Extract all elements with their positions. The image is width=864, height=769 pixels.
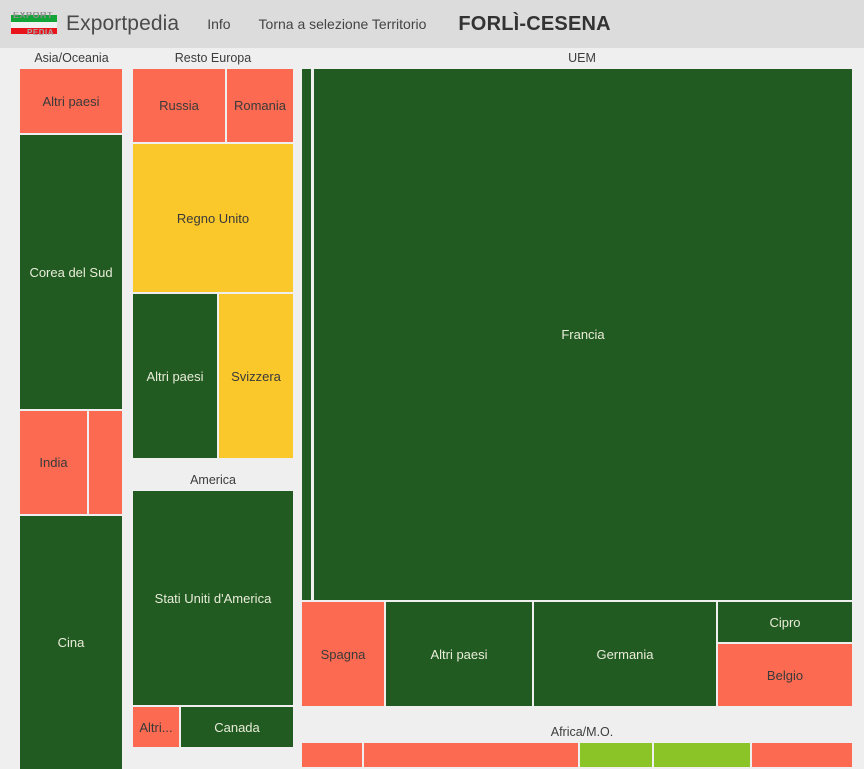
treemap-tile-label: Corea del Sud bbox=[29, 264, 113, 280]
treemap-tile-russia[interactable]: Russia bbox=[133, 69, 225, 142]
treemap-group-uem: UEM Francia Spagna Altri paesi Germania Cipro… bbox=[300, 48, 864, 722]
treemap-group-label: Asia/Oceania bbox=[34, 51, 109, 65]
treemap-tile-altri-paesi[interactable]: Altri paesi bbox=[20, 69, 122, 133]
treemap-tile-corea-del-sud[interactable]: Corea del Sud bbox=[20, 135, 122, 409]
treemap-group-america: America Stati Uniti d'America Altri... Cana… bbox=[128, 470, 298, 769]
treemap-tile-label: Altri... bbox=[139, 719, 173, 735]
treemap-tile-label: Altri paesi bbox=[146, 368, 204, 384]
brand-name[interactable]: Exportpedia bbox=[66, 12, 179, 36]
app-header: EXPORT PEDIA Exportpedia Info Torna a se… bbox=[0, 0, 864, 48]
treemap-tile-francia[interactable]: Francia bbox=[314, 69, 852, 600]
treemap-chart: Asia/Oceania Altri paesi Corea del Sud Indi… bbox=[0, 48, 864, 769]
treemap-tile-label: Russia bbox=[159, 98, 199, 113]
treemap-tile-label: Spagna bbox=[320, 646, 366, 662]
treemap-tile-cipro[interactable]: Cipro bbox=[718, 602, 852, 642]
exportpedia-logo-icon[interactable]: EXPORT PEDIA bbox=[11, 12, 57, 36]
treemap-tile-spagna[interactable]: Spagna bbox=[302, 602, 384, 706]
treemap-tile-label: Altri paesi bbox=[430, 646, 488, 662]
treemap-tile-regno-unito[interactable]: Regno Unito bbox=[133, 144, 293, 292]
treemap-tile-unlabeled[interactable] bbox=[302, 69, 311, 600]
treemap-tile-label: Romania bbox=[233, 98, 287, 113]
treemap-tile-canada[interactable]: Canada bbox=[181, 707, 293, 747]
treemap-tile-label: Germania bbox=[596, 646, 654, 662]
treemap-tile-altri[interactable]: Altri... bbox=[133, 707, 179, 747]
treemap-group-resto-europa: Resto Europa Russia Romania Regno Unito Altr… bbox=[128, 48, 298, 468]
nav-back-to-territory-link[interactable]: Torna a selezione Territorio bbox=[259, 16, 427, 32]
treemap-tile-altri-paesi[interactable]: Altri paesi bbox=[386, 602, 532, 706]
treemap-tile-label: Cina bbox=[57, 635, 85, 650]
treemap-tile-belgio[interactable]: Belgio bbox=[718, 644, 852, 706]
treemap-tile-altri-paesi[interactable]: Altri paesi bbox=[133, 294, 217, 458]
treemap-tile-label: Francia bbox=[561, 327, 605, 342]
treemap-tile-india[interactable]: India bbox=[20, 411, 87, 514]
treemap-tile-label: Stati Uniti d'America bbox=[154, 590, 272, 606]
treemap-group-label: America bbox=[190, 473, 236, 487]
treemap-tile-unlabeled[interactable] bbox=[654, 743, 750, 767]
nav-info-link[interactable]: Info bbox=[207, 16, 230, 32]
treemap-group-africa-m-o: Africa/M.O. bbox=[300, 722, 864, 769]
treemap-group-asia-oceania: Asia/Oceania Altri paesi Corea del Sud Indi… bbox=[0, 48, 143, 769]
treemap-tile-label: Altri paesi bbox=[42, 93, 100, 109]
treemap-group-label: Africa/M.O. bbox=[550, 725, 614, 739]
treemap-tile-label: Belgio bbox=[766, 667, 804, 683]
treemap-tile-unlabeled[interactable] bbox=[364, 743, 578, 767]
treemap-tile-stati-uniti-d-america[interactable]: Stati Uniti d'America bbox=[133, 491, 293, 705]
page-title: FORLÌ-CESENA bbox=[458, 12, 611, 35]
treemap-tile-label: Canada bbox=[214, 719, 260, 735]
treemap-tile-label: Svizzera bbox=[231, 368, 281, 384]
treemap-tile-unlabeled[interactable] bbox=[580, 743, 652, 767]
treemap-tile-unlabeled[interactable] bbox=[89, 411, 122, 514]
treemap-tile-label: Cipro bbox=[769, 614, 801, 630]
treemap-tile-svizzera[interactable]: Svizzera bbox=[219, 294, 293, 458]
treemap-tile-unlabeled[interactable] bbox=[302, 743, 362, 767]
treemap-group-label: Resto Europa bbox=[174, 51, 252, 65]
treemap-tile-label: Regno Unito bbox=[176, 210, 250, 226]
logo-word-top: EXPORT bbox=[13, 12, 54, 20]
treemap-tile-cina[interactable]: Cina bbox=[20, 516, 122, 769]
treemap-tile-unlabeled[interactable] bbox=[752, 743, 852, 767]
logo-word-bottom: PEDIA bbox=[27, 28, 54, 37]
treemap-tile-germania[interactable]: Germania bbox=[534, 602, 716, 706]
treemap-tile-romania[interactable]: Romania bbox=[227, 69, 293, 142]
treemap-group-label: UEM bbox=[568, 51, 596, 65]
treemap-tile-label: India bbox=[39, 455, 68, 470]
